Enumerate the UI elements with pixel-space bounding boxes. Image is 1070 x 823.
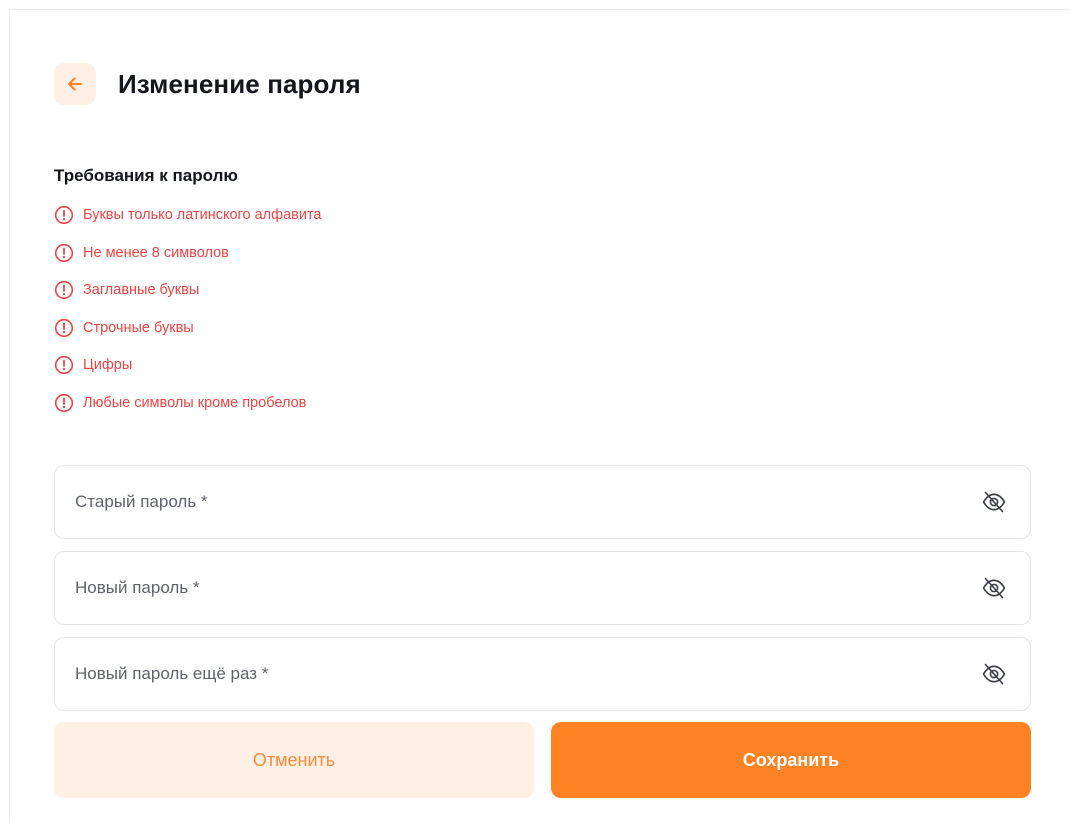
requirement-item: Не менее 8 символов bbox=[54, 243, 322, 282]
cancel-button[interactable]: Отменить bbox=[54, 722, 534, 798]
requirement-label: Заглавные буквы bbox=[83, 282, 200, 298]
page-header: Изменение пароля bbox=[54, 63, 361, 105]
eye-off-icon[interactable] bbox=[980, 574, 1008, 602]
requirement-item: Буквы только латинского алфавита bbox=[54, 205, 322, 244]
back-button[interactable] bbox=[54, 63, 96, 105]
old-password-input[interactable] bbox=[75, 492, 980, 512]
requirement-label: Буквы только латинского алфавита bbox=[83, 207, 322, 223]
new-password-field bbox=[54, 551, 1031, 625]
requirements-title: Требования к паролю bbox=[54, 166, 238, 185]
requirement-item: Строчные буквы bbox=[54, 318, 322, 357]
save-button[interactable]: Сохранить bbox=[551, 722, 1031, 798]
requirement-item: Любые символы кроме пробелов bbox=[54, 393, 322, 432]
requirement-label: Строчные буквы bbox=[83, 319, 194, 336]
alert-circle-icon bbox=[54, 393, 74, 412]
alert-circle-icon bbox=[54, 205, 74, 225]
repeat-password-input[interactable] bbox=[75, 664, 980, 684]
eye-off-icon[interactable] bbox=[980, 660, 1008, 688]
requirement-label: Любые символы кроме пробелов bbox=[83, 394, 307, 411]
requirement-item: Заглавные буквы bbox=[54, 280, 322, 319]
requirement-label: Цифры bbox=[83, 357, 133, 373]
requirements-list: Буквы только латинского алфавита Не мене… bbox=[54, 205, 322, 432]
repeat-password-field bbox=[54, 637, 1031, 711]
page-title: Изменение пароля bbox=[118, 68, 361, 99]
alert-circle-icon bbox=[54, 280, 74, 300]
new-password-input[interactable] bbox=[75, 578, 980, 598]
requirement-label: Не менее 8 символов bbox=[83, 244, 229, 261]
requirement-item: Цифры bbox=[54, 355, 322, 394]
eye-off-icon[interactable] bbox=[980, 488, 1008, 516]
old-password-field bbox=[54, 465, 1031, 539]
arrow-left-icon bbox=[68, 77, 82, 91]
alert-circle-icon bbox=[54, 355, 74, 375]
alert-circle-icon bbox=[54, 243, 74, 262]
alert-circle-icon bbox=[54, 318, 74, 337]
